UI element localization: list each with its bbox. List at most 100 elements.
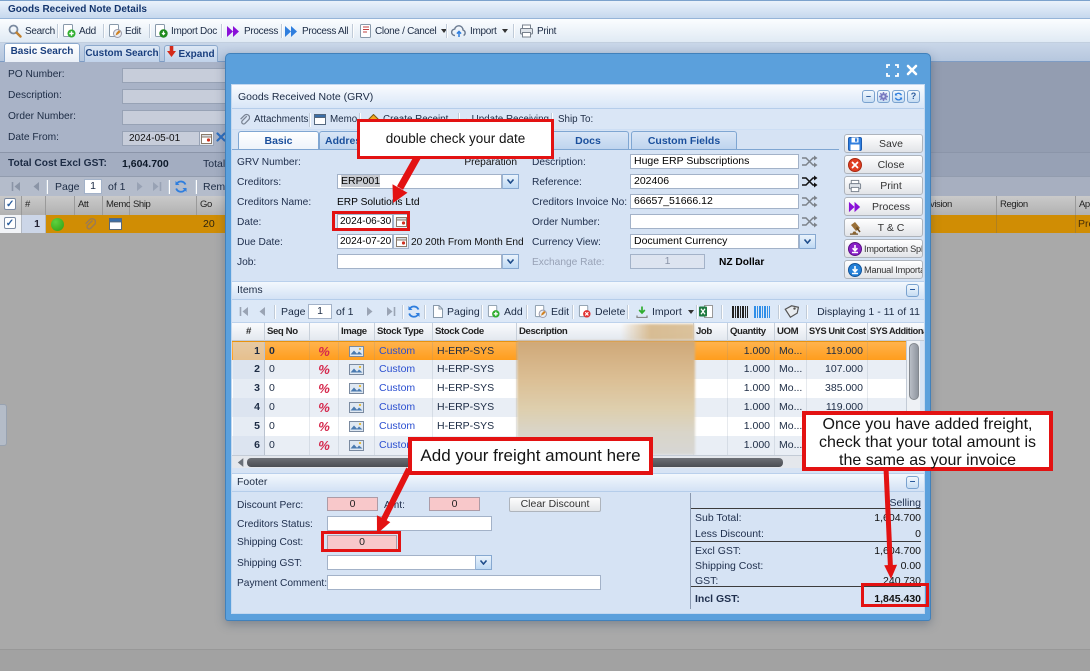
first-page-icon[interactable] bbox=[10, 182, 21, 191]
scroll-left-icon[interactable] bbox=[234, 457, 246, 468]
description-shuffle-icon[interactable] bbox=[801, 154, 818, 169]
attachments-button[interactable]: Attachments bbox=[238, 109, 308, 130]
add-button[interactable]: Add bbox=[62, 21, 96, 41]
description-input[interactable] bbox=[122, 89, 228, 104]
page-input[interactable]: 1 bbox=[84, 179, 102, 194]
prev-page-icon[interactable] bbox=[32, 182, 40, 191]
date-from-input[interactable]: 2024-05-01 bbox=[122, 131, 200, 146]
grid-header-approval[interactable]: Ap bbox=[1076, 196, 1090, 215]
job-dropdown-button[interactable] bbox=[502, 254, 519, 269]
print-button-dialog[interactable]: Print bbox=[844, 176, 923, 195]
creditors-input[interactable]: ERP001 bbox=[337, 174, 502, 189]
memo-button[interactable]: Memo bbox=[314, 109, 357, 130]
currency-view-dropdown-button[interactable] bbox=[799, 234, 816, 249]
clone-cancel-button[interactable]: Clone / Cancel bbox=[359, 21, 447, 41]
vertical-scroll-thumb[interactable] bbox=[909, 343, 919, 400]
grid-header-memo[interactable]: Memo bbox=[103, 196, 130, 215]
import-button[interactable]: Import bbox=[451, 21, 508, 41]
paging-button[interactable]: Paging bbox=[432, 300, 480, 323]
close-button[interactable]: Close bbox=[844, 155, 923, 174]
tab-custom-search[interactable]: Custom Search bbox=[84, 45, 160, 62]
order-number-shuffle-icon[interactable] bbox=[801, 214, 818, 229]
tab-basic-search[interactable]: Basic Search bbox=[4, 43, 80, 62]
discount-perc-input[interactable]: 0 bbox=[327, 497, 378, 511]
excel-export-icon[interactable] bbox=[699, 305, 713, 318]
items-collapse-button[interactable]: – bbox=[906, 284, 919, 297]
cell-stock-type[interactable]: Custom bbox=[375, 360, 433, 379]
footer-collapse-button[interactable]: – bbox=[906, 476, 919, 489]
tab-basic[interactable]: Basic bbox=[238, 131, 319, 150]
importation-split-button[interactable]: Importation Spl bbox=[844, 239, 923, 258]
process-button-dialog[interactable]: Process bbox=[844, 197, 923, 216]
refresh-icon[interactable] bbox=[407, 305, 421, 318]
cell-stock-type[interactable]: Custom bbox=[375, 342, 433, 361]
col-header-num[interactable]: # bbox=[233, 323, 265, 341]
date-from-calendar-button[interactable] bbox=[199, 131, 214, 146]
import-doc-button[interactable]: Import Doc bbox=[154, 21, 217, 41]
col-header-seq[interactable]: Seq No bbox=[265, 323, 310, 341]
due-date-calendar-button[interactable] bbox=[393, 234, 409, 249]
items-edit-button[interactable]: Edit bbox=[534, 300, 569, 323]
col-header-stock-type[interactable]: Stock Type bbox=[375, 323, 433, 341]
grid-header-ship[interactable]: Ship bbox=[130, 196, 197, 215]
description-input[interactable]: Huge ERP Subscriptions bbox=[630, 154, 799, 169]
side-panel-collapse-handle[interactable] bbox=[0, 404, 7, 446]
last-page-icon[interactable] bbox=[152, 182, 163, 191]
dialog-refresh-button[interactable] bbox=[892, 90, 905, 103]
col-header-stock-code[interactable]: Stock Code bbox=[433, 323, 517, 341]
reference-input[interactable]: 202406 bbox=[630, 174, 799, 189]
col-header-job[interactable]: Job bbox=[694, 323, 728, 341]
next-page-icon[interactable] bbox=[366, 307, 374, 316]
creditors-dropdown-button[interactable] bbox=[502, 174, 519, 189]
next-page-icon[interactable] bbox=[136, 182, 144, 191]
col-header-uom[interactable]: UOM bbox=[775, 323, 807, 341]
cell-stock-type[interactable]: Custom bbox=[375, 398, 433, 417]
dialog-maximize-button[interactable] bbox=[886, 64, 899, 80]
po-number-input[interactable] bbox=[122, 68, 228, 83]
clear-discount-button[interactable]: Clear Discount bbox=[509, 497, 601, 512]
grid-header-checkbox[interactable]: ✓ bbox=[0, 196, 22, 215]
cell-stock-type[interactable]: Custom bbox=[375, 379, 433, 398]
edit-button[interactable]: Edit bbox=[108, 21, 141, 41]
tab-docs[interactable]: Docs bbox=[547, 131, 629, 150]
col-header-quantity[interactable]: Quantity bbox=[728, 323, 775, 341]
dialog-help-button[interactable]: ? bbox=[907, 90, 920, 103]
creditors-invoice-shuffle-icon[interactable] bbox=[801, 194, 818, 209]
shipping-gst-dropdown-button[interactable] bbox=[475, 555, 492, 570]
currency-view-input[interactable]: Document Currency bbox=[630, 234, 799, 249]
process-all-button[interactable]: Process All bbox=[284, 21, 348, 41]
items-import-button[interactable]: Import bbox=[636, 300, 694, 323]
dialog-settings-button[interactable] bbox=[877, 90, 890, 103]
shipping-gst-input[interactable] bbox=[327, 555, 492, 570]
creditors-invoice-input[interactable]: 66657_51666.12 bbox=[630, 194, 799, 209]
last-page-icon[interactable] bbox=[386, 307, 397, 316]
search-button[interactable]: Search bbox=[8, 21, 55, 41]
row-checkbox[interactable]: ✓ bbox=[4, 217, 16, 229]
grid-header-att[interactable]: Att bbox=[75, 196, 103, 215]
items-add-button[interactable]: Add bbox=[487, 300, 523, 323]
grid-header-go[interactable]: Go bbox=[197, 196, 228, 215]
tab-custom-fields[interactable]: Custom Fields bbox=[631, 131, 737, 150]
grid-header-blank[interactable] bbox=[46, 196, 75, 215]
manual-importation-button[interactable]: Manual Importa bbox=[844, 260, 923, 279]
tab-expand[interactable]: Expand bbox=[164, 45, 218, 62]
creditors-status-input[interactable] bbox=[327, 516, 492, 531]
tc-button[interactable]: T & C bbox=[844, 218, 923, 237]
items-delete-button[interactable]: Delete bbox=[578, 300, 625, 323]
reference-shuffle-icon[interactable] bbox=[801, 174, 818, 189]
col-header-sys-additional[interactable]: SYS Additiona bbox=[868, 323, 924, 341]
grid-header-num[interactable]: # bbox=[22, 196, 46, 215]
col-header-pct[interactable] bbox=[310, 323, 339, 341]
grid-header-region[interactable]: Region bbox=[997, 196, 1076, 215]
discount-amt-input[interactable]: 0 bbox=[429, 497, 480, 511]
order-number-input[interactable] bbox=[630, 214, 799, 229]
save-button[interactable]: Save bbox=[844, 134, 923, 153]
col-header-image[interactable]: Image bbox=[339, 323, 375, 341]
tag-icon[interactable] bbox=[784, 305, 799, 318]
process-button[interactable]: Process bbox=[226, 21, 278, 41]
order-number-input[interactable] bbox=[122, 110, 228, 125]
barcode-dark-icon[interactable] bbox=[732, 306, 748, 318]
barcode-blue-icon[interactable] bbox=[754, 306, 770, 318]
payment-comment-input[interactable] bbox=[327, 575, 601, 590]
refresh-icon[interactable] bbox=[174, 180, 188, 193]
